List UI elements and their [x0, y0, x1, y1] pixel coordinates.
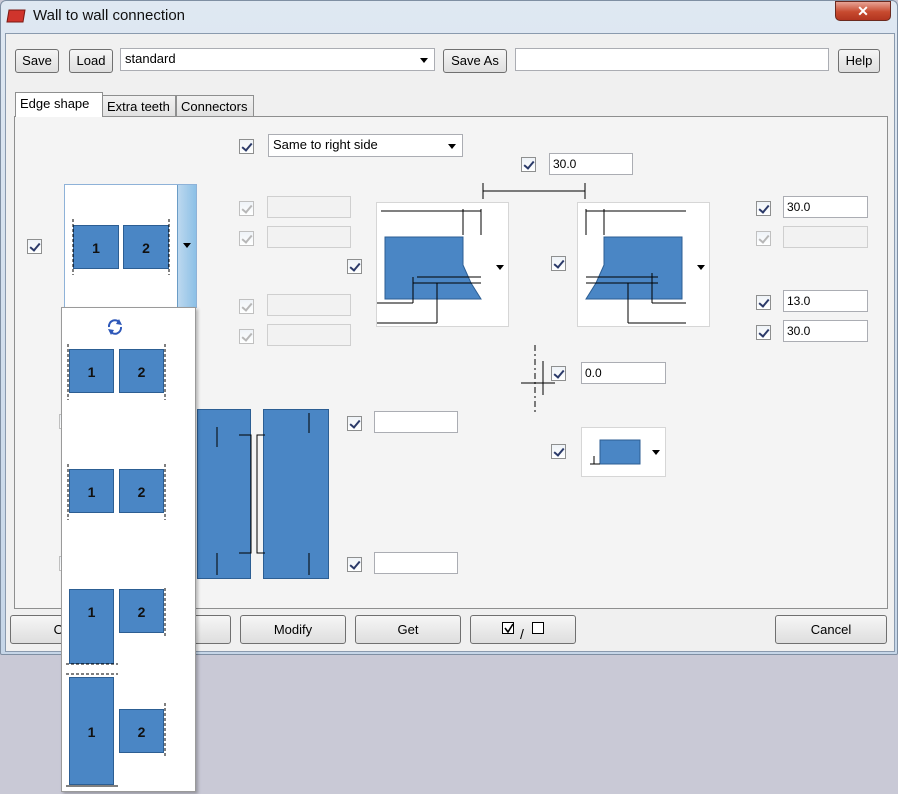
popup-guides	[66, 344, 166, 787]
save-button[interactable]: Save	[15, 49, 59, 73]
left-profile-checkbox[interactable]	[347, 259, 362, 274]
left-field-3-input[interactable]	[267, 294, 351, 316]
right-depth-input[interactable]: 13.0	[783, 290, 868, 312]
chevron-down-icon	[183, 243, 191, 248]
gap-input[interactable]: 0.0	[581, 362, 666, 384]
right-height-checkbox[interactable]	[756, 325, 771, 340]
load-button[interactable]: Load	[69, 49, 113, 73]
left-profile-select[interactable]	[376, 202, 509, 327]
same-side-checkbox[interactable]	[239, 139, 254, 154]
help-button[interactable]: Help	[838, 49, 880, 73]
unchecked-box-icon	[532, 622, 544, 634]
right-profile-diagram	[585, 209, 686, 324]
preset-value: standard	[125, 51, 176, 66]
tab-connectors[interactable]: Connectors	[176, 95, 254, 117]
right-profile-select[interactable]	[577, 202, 710, 327]
chevron-down-icon	[496, 265, 504, 270]
wall-elevation-dimensions	[216, 413, 310, 575]
left-field-4-input[interactable]	[267, 324, 351, 346]
left-field-1-checkbox[interactable]	[239, 201, 254, 216]
chevron-down-icon	[697, 265, 705, 270]
modify-button[interactable]: Modify	[240, 615, 346, 644]
left-field-4-checkbox[interactable]	[239, 329, 254, 344]
width-dimension-arrow	[482, 183, 586, 199]
mode-select[interactable]: Same to right side	[268, 134, 463, 157]
right-second-input[interactable]	[783, 226, 868, 248]
right-profile-checkbox[interactable]	[551, 256, 566, 271]
app-icon	[6, 8, 27, 24]
chevron-down-icon	[448, 144, 456, 149]
preset-select[interactable]: standard	[120, 48, 435, 71]
right-depth-checkbox[interactable]	[756, 295, 771, 310]
cancel-button[interactable]: Cancel	[775, 615, 887, 644]
mode-value: Same to right side	[273, 137, 378, 152]
right-height-input[interactable]: 30.0	[783, 320, 868, 342]
right-second-checkbox[interactable]	[756, 231, 771, 246]
lower-profile-select[interactable]	[581, 427, 666, 477]
lower-field-1-checkbox[interactable]	[347, 416, 362, 431]
chevron-down-icon	[652, 450, 660, 455]
chevron-down-icon	[420, 58, 428, 63]
shape-dropdown-button[interactable]	[177, 185, 196, 307]
lower-field-1-input[interactable]	[374, 411, 458, 433]
lower-field-2-input[interactable]	[374, 552, 458, 574]
lower-profile-checkbox[interactable]	[551, 444, 566, 459]
tab-extra-teeth[interactable]: Extra teeth	[102, 95, 176, 117]
shape-select[interactable]: 1 2	[64, 184, 197, 308]
gap-checkbox[interactable]	[551, 366, 566, 381]
left-field-1-input[interactable]	[267, 196, 351, 218]
shape-enable-checkbox[interactable]	[27, 239, 42, 254]
left-field-2-checkbox[interactable]	[239, 231, 254, 246]
lower-field-2-checkbox[interactable]	[347, 557, 362, 572]
toggle-separator: /	[520, 626, 524, 642]
save-as-button[interactable]: Save As	[443, 49, 507, 73]
save-as-name-input[interactable]	[515, 48, 829, 71]
toggle-checkboxes-button[interactable]: /	[470, 615, 576, 644]
left-field-3-checkbox[interactable]	[239, 299, 254, 314]
right-top-checkbox[interactable]	[756, 201, 771, 216]
right-top-input[interactable]: 30.0	[783, 196, 868, 218]
get-button[interactable]: Get	[355, 615, 461, 644]
top-offset-checkbox[interactable]	[521, 157, 536, 172]
top-offset-input[interactable]: 30.0	[549, 153, 633, 175]
tab-edge-shape[interactable]: Edge shape	[15, 92, 103, 117]
shape-options-popup: 1 2 1 2 1 2 1 2	[61, 307, 196, 792]
checked-box-icon	[502, 622, 514, 634]
left-profile-diagram	[377, 209, 482, 324]
close-button[interactable]: ✕	[835, 1, 891, 21]
left-field-2-input[interactable]	[267, 226, 351, 248]
window-title: Wall to wall connection	[33, 7, 186, 24]
